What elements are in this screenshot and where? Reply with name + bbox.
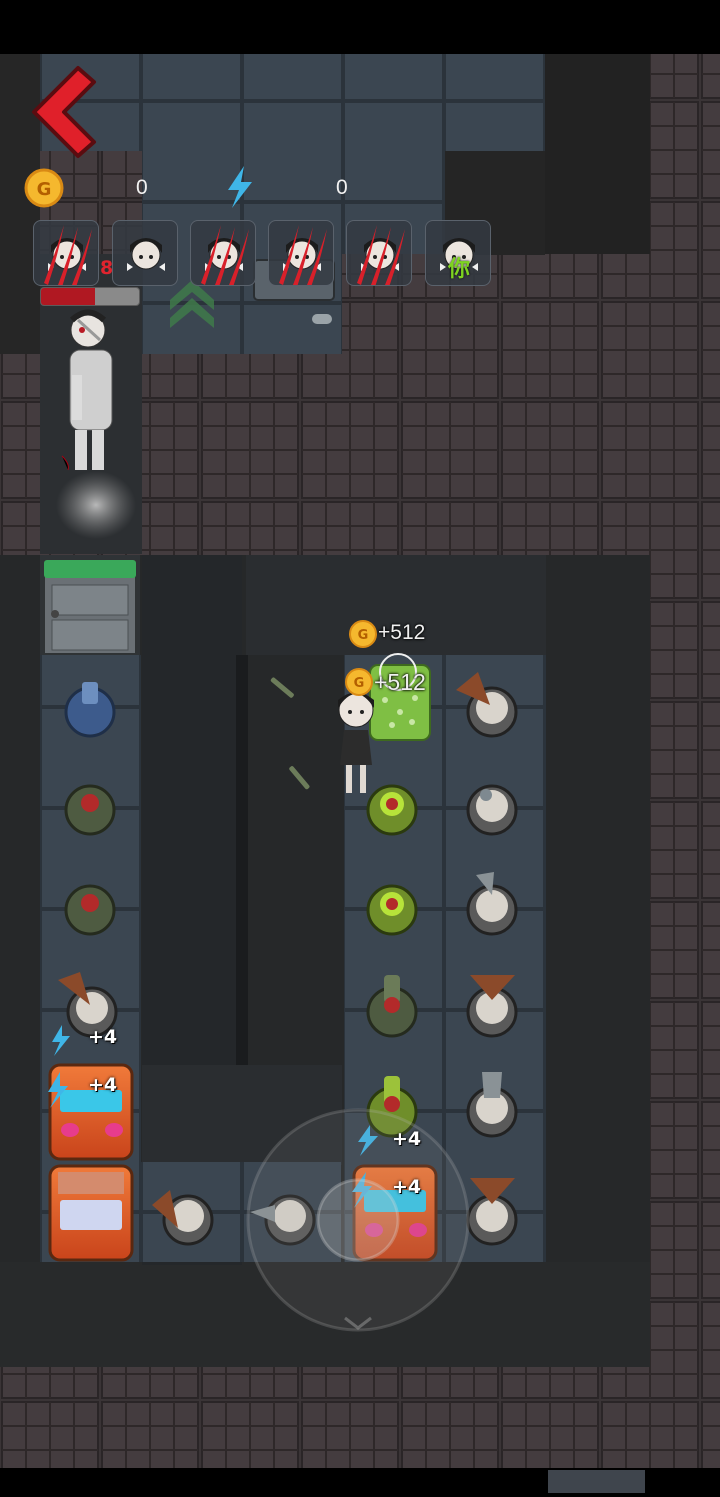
enemy-hp-fill	[41, 288, 95, 305]
lightning-icon	[224, 166, 256, 208]
chevron-left-icon	[32, 66, 96, 158]
svg-text:G: G	[354, 676, 365, 691]
claw-mark-icon	[279, 225, 327, 285]
top-status-area	[0, 0, 720, 54]
coin-count: 0	[136, 176, 148, 199]
player-portrait[interactable]	[112, 220, 178, 286]
virtual-joystick[interactable]	[246, 1108, 470, 1332]
player-portrait[interactable]: 你	[425, 220, 491, 286]
upgrade-badge: +4	[88, 1074, 118, 1096]
claw-mark-icon	[357, 225, 405, 285]
you-label: 你	[447, 257, 470, 282]
enemy-hp-value: 8	[100, 257, 114, 279]
girl-avatar-icon	[127, 238, 165, 271]
player-portrait[interactable]	[190, 220, 256, 286]
door[interactable]	[43, 559, 137, 655]
svg-text:G: G	[358, 628, 369, 643]
upgrade-badge: +4	[392, 1128, 422, 1150]
turret-green[interactable]	[64, 884, 116, 936]
floor-top	[40, 54, 545, 151]
coin-gain-text: +512	[378, 621, 426, 644]
gold-coin-icon: G	[345, 668, 373, 696]
player-portrait[interactable]	[268, 220, 334, 286]
turret-lime[interactable]	[366, 784, 418, 836]
enemy-hp-bar	[40, 287, 140, 306]
energy-count: 0	[336, 176, 348, 199]
back-button[interactable]	[28, 64, 98, 160]
upgrade-badge: +4	[88, 1026, 118, 1048]
bucket-axe[interactable]	[466, 784, 518, 836]
gold-coin-icon: G	[349, 620, 377, 648]
bottom-tab[interactable]	[548, 1470, 645, 1493]
svg-text:G: G	[37, 179, 52, 200]
claw-mark-icon	[201, 225, 249, 285]
turret-green[interactable]	[64, 784, 116, 836]
gold-coin-icon: G	[24, 168, 64, 208]
player-portrait[interactable]	[33, 220, 99, 286]
claw-mark-icon	[44, 225, 92, 285]
turret-lime[interactable]	[366, 884, 418, 936]
upgrade-badge: +4	[392, 1176, 422, 1198]
coin-gain-text: +512	[374, 669, 426, 695]
player-portrait[interactable]	[346, 220, 412, 286]
arcade-machine[interactable]	[48, 1164, 134, 1262]
